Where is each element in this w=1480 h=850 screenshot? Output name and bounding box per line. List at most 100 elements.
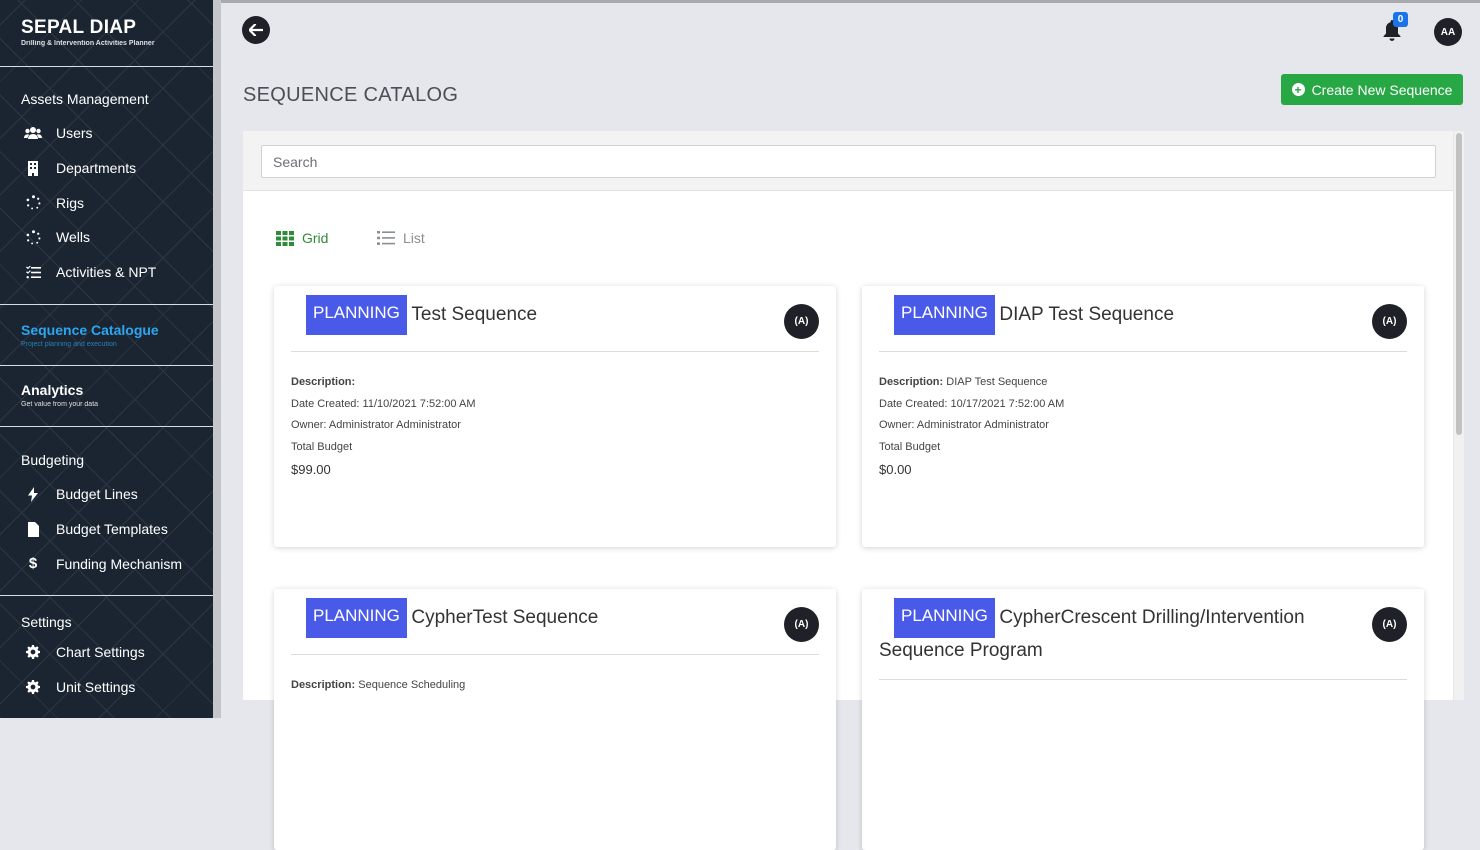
sidebar-item-label: Budget Templates bbox=[56, 521, 168, 538]
grid-view-toggle[interactable]: Grid bbox=[276, 230, 328, 246]
status-badge: PLANNING bbox=[306, 295, 407, 335]
sidebar: SEPAL DIAP Drilling & Intervention Activ… bbox=[0, 0, 213, 718]
page-title: SEQUENCE CATALOG bbox=[243, 84, 459, 106]
sidebar-item-label: Users bbox=[56, 125, 93, 142]
bolt-icon bbox=[23, 486, 43, 502]
owner: Owner: Administrator Administrator bbox=[879, 419, 1049, 432]
spinner-icon bbox=[23, 229, 43, 245]
card-title: CypherTest Sequence bbox=[411, 607, 599, 628]
brand-subtitle: Drilling & Intervention Activities Plann… bbox=[21, 40, 155, 47]
spinner-icon bbox=[23, 195, 43, 211]
create-new-sequence-button[interactable]: + Create New Sequence bbox=[1281, 74, 1463, 105]
settings-heading: Settings bbox=[21, 614, 72, 630]
sidebar-item-funding-mechanism[interactable]: $ Funding Mechanism bbox=[0, 546, 213, 581]
sidebar-item-chart-settings[interactable]: Chart Settings bbox=[0, 635, 213, 670]
list-view-toggle[interactable]: List bbox=[377, 230, 425, 246]
sidebar-item-label: Unit Settings bbox=[56, 679, 136, 696]
search-bar bbox=[243, 131, 1453, 191]
top-divider bbox=[221, 0, 1480, 3]
card-body: Description: Sequence Scheduling bbox=[291, 675, 465, 697]
status-badge: PLANNING bbox=[894, 598, 995, 638]
sidebar-scrollbar[interactable] bbox=[213, 0, 221, 718]
budgeting-heading: Budgeting bbox=[21, 452, 85, 468]
sidebar-item-departments[interactable]: Departments bbox=[0, 151, 213, 186]
list-icon bbox=[377, 231, 395, 245]
analytics-heading: Analytics bbox=[21, 382, 84, 398]
brand-title: SEPAL DIAP bbox=[21, 17, 137, 38]
sequence-card[interactable]: PLANNING DIAP Test Sequence (A) Descript… bbox=[862, 286, 1424, 547]
sidebar-item-label: Departments bbox=[56, 160, 137, 177]
card-title: Test Sequence bbox=[411, 304, 538, 325]
total-budget-value: $0.00 bbox=[879, 461, 912, 477]
sidebar-item-analytics[interactable]: Analytics Get value from your data bbox=[0, 366, 213, 427]
sidebar-item-label: Wells bbox=[56, 229, 90, 246]
sidebar-item-budget-templates[interactable]: Budget Templates bbox=[0, 512, 213, 547]
owner-avatar-icon[interactable]: (A) bbox=[784, 304, 819, 339]
card-body: Description: DIAP Test Sequence Date Cre… bbox=[879, 372, 1064, 481]
owner-avatar-icon[interactable]: (A) bbox=[1372, 304, 1407, 339]
sequence-catalogue-subtitle: Project planning and execution bbox=[21, 341, 117, 348]
settings-section: Settings Chart Settings Unit Settings bbox=[0, 596, 213, 718]
sidebar-item-rigs[interactable]: Rigs bbox=[0, 185, 213, 220]
arrow-left-icon bbox=[249, 24, 263, 36]
assets-management-section: Assets Management Users Departments Rigs… bbox=[0, 67, 213, 305]
sidebar-item-budget-lines[interactable]: Budget Lines bbox=[0, 477, 213, 512]
gear-icon bbox=[23, 644, 43, 660]
sidebar-item-label: Funding Mechanism bbox=[56, 555, 183, 572]
building-icon bbox=[23, 160, 43, 176]
card-title: DIAP Test Sequence bbox=[999, 304, 1175, 325]
brand[interactable]: SEPAL DIAP Drilling & Intervention Activ… bbox=[0, 0, 213, 67]
sequence-catalogue-heading: Sequence Catalogue bbox=[21, 322, 159, 338]
sidebar-item-sequence-catalogue[interactable]: Sequence Catalogue Project planning and … bbox=[0, 305, 213, 366]
card-body: Description: Date Created: 11/10/2021 7:… bbox=[291, 372, 475, 481]
description-value: DIAP Test Sequence bbox=[946, 376, 1048, 388]
sidebar-item-unit-settings[interactable]: Unit Settings bbox=[0, 670, 213, 705]
plus-circle-icon: + bbox=[1291, 83, 1305, 96]
owner-avatar-icon[interactable]: (A) bbox=[1372, 607, 1407, 642]
sequence-card[interactable]: PLANNING CypherTest Sequence (A) Descrip… bbox=[274, 589, 836, 850]
sidebar-item-wells[interactable]: Wells bbox=[0, 220, 213, 255]
dollar-icon: $ bbox=[28, 555, 38, 573]
date-created: Date Created: 11/10/2021 7:52:00 AM bbox=[291, 397, 476, 410]
owner-avatar-icon[interactable]: (A) bbox=[784, 607, 819, 642]
description-label: Description: bbox=[879, 376, 944, 388]
grid-view-label: Grid bbox=[302, 230, 329, 246]
description-row: Description: Sequence Scheduling bbox=[291, 675, 465, 697]
grid-icon bbox=[276, 230, 294, 246]
description-label: Description: bbox=[291, 376, 356, 388]
search-input[interactable] bbox=[261, 145, 1436, 178]
description-value: Sequence Scheduling bbox=[358, 679, 466, 691]
gear-icon bbox=[23, 679, 43, 695]
sidebar-item-users[interactable]: Users bbox=[0, 116, 213, 151]
sidebar-item-label: Chart Settings bbox=[56, 644, 145, 661]
card-header: PLANNING Test Sequence bbox=[291, 295, 819, 352]
card-header: PLANNING DIAP Test Sequence bbox=[879, 295, 1407, 352]
notification-count-badge: 0 bbox=[1393, 12, 1408, 27]
sidebar-item-label: Activities & NPT bbox=[56, 264, 157, 281]
description-row: Description: DIAP Test Sequence bbox=[879, 372, 1064, 394]
content-scrollbar[interactable] bbox=[1454, 131, 1464, 700]
sequence-card[interactable]: PLANNING CypherCrescent Drilling/Interve… bbox=[862, 589, 1424, 850]
owner: Owner: Administrator Administrator bbox=[291, 419, 461, 432]
date-created: Date Created: 10/17/2021 7:52:00 AM bbox=[879, 397, 1065, 410]
description-label: Description: bbox=[291, 679, 356, 691]
users-icon bbox=[23, 125, 43, 141]
list-check-icon bbox=[23, 264, 43, 280]
catalog-panel: Grid List PLANNING Test Sequence (A) Des… bbox=[243, 131, 1453, 850]
total-budget-value: $99.00 bbox=[291, 461, 331, 477]
sequence-card[interactable]: PLANNING Test Sequence (A) Description: … bbox=[274, 286, 836, 547]
total-budget-label: Total Budget bbox=[879, 441, 941, 454]
status-badge: PLANNING bbox=[894, 295, 995, 335]
sidebar-item-activities-npt[interactable]: Activities & NPT bbox=[0, 255, 213, 290]
back-button[interactable] bbox=[242, 16, 270, 44]
scrollbar-thumb[interactable] bbox=[1456, 133, 1462, 435]
main-content: 0 AA SEQUENCE CATALOG + Create New Seque… bbox=[221, 0, 1480, 850]
list-view-label: List bbox=[403, 230, 425, 246]
status-badge: PLANNING bbox=[306, 598, 407, 638]
sidebar-item-label: Budget Lines bbox=[56, 486, 138, 503]
card-header: PLANNING CypherCrescent Drilling/Interve… bbox=[879, 598, 1407, 680]
assets-management-heading: Assets Management bbox=[21, 91, 149, 107]
user-avatar[interactable]: AA bbox=[1434, 18, 1462, 46]
create-button-label: Create New Sequence bbox=[1311, 81, 1453, 98]
sidebar-item-label: Rigs bbox=[56, 194, 85, 211]
